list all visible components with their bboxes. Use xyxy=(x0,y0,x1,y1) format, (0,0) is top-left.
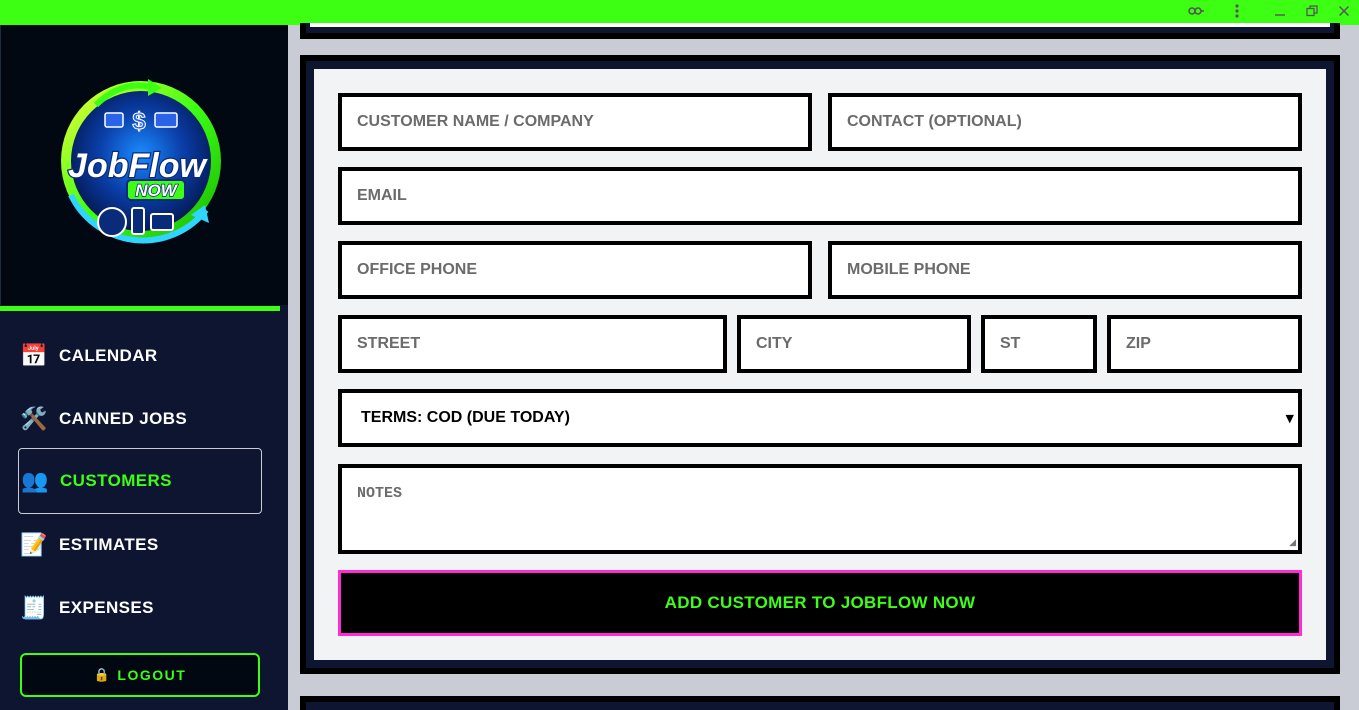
contact-input[interactable]: CONTACT (OPTIONAL) xyxy=(828,93,1302,151)
state-input[interactable]: ST xyxy=(981,315,1097,373)
sidebar-item-canned-jobs[interactable]: 🛠️ CANNED JOBS xyxy=(18,386,262,452)
customer-name-input[interactable]: CUSTOMER NAME / COMPANY xyxy=(338,93,812,151)
sidebar-item-label: CANNED JOBS xyxy=(59,409,188,428)
close-icon[interactable] xyxy=(1332,0,1356,22)
sidebar-item-label: CUSTOMERS xyxy=(60,471,172,490)
add-customer-panel: CUSTOMER NAME / COMPANY CONTACT (OPTIONA… xyxy=(300,55,1340,674)
key-icon[interactable] xyxy=(1184,0,1208,22)
svg-text:$: $ xyxy=(132,108,146,135)
previous-panel xyxy=(300,23,1340,39)
logo-area: $ JobFlow NOW xyxy=(0,25,288,305)
chevron-down-icon: ▼ xyxy=(1285,411,1294,425)
next-panel xyxy=(300,696,1340,710)
lock-icon: 🔒 xyxy=(93,667,112,682)
logo-subword: NOW xyxy=(135,181,179,200)
sidebar-item-label: EXPENSES xyxy=(59,598,154,617)
restore-icon[interactable] xyxy=(1300,0,1324,22)
city-input[interactable]: CITY xyxy=(737,315,971,373)
memo-icon: 📝 xyxy=(20,532,48,558)
street-input[interactable]: STREET xyxy=(338,315,727,373)
sidebar-item-customers[interactable]: 👥 CUSTOMERS xyxy=(18,448,262,514)
minimize-icon[interactable] xyxy=(1268,0,1292,22)
notes-placeholder: NOTES xyxy=(357,485,403,502)
sidebar-item-estimates[interactable]: 📝 ESTIMATES xyxy=(18,512,262,578)
jobflow-logo: $ JobFlow NOW xyxy=(61,79,221,244)
sidebar-item-label: ESTIMATES xyxy=(59,535,159,554)
receipt-icon: 🧾 xyxy=(20,595,48,621)
main-content: CUSTOMER NAME / COMPANY CONTACT (OPTIONA… xyxy=(288,23,1359,710)
calendar-icon: 📅 xyxy=(20,343,48,369)
terms-select-value: TERMS: COD (DUE TODAY) xyxy=(361,409,570,426)
sidebar-item-label: CALENDAR xyxy=(59,346,158,365)
add-customer-form: CUSTOMER NAME / COMPANY CONTACT (OPTIONA… xyxy=(314,69,1326,660)
notes-textarea[interactable]: NOTES ◢ xyxy=(338,464,1302,554)
email-input[interactable]: EMAIL xyxy=(338,167,1302,225)
logo-divider xyxy=(0,306,280,311)
terms-select[interactable]: TERMS: COD (DUE TODAY) ▼ xyxy=(338,389,1302,447)
sidebar: $ JobFlow NOW 📅 CALENDAR 🛠️ CANNED JOBS … xyxy=(0,25,288,710)
resize-grip-icon[interactable]: ◢ xyxy=(1289,538,1296,548)
window-titlebar xyxy=(0,0,1359,25)
kebab-menu-icon[interactable] xyxy=(1225,0,1249,22)
tools-icon: 🛠️ xyxy=(20,406,48,432)
office-phone-input[interactable]: OFFICE PHONE xyxy=(338,241,812,299)
people-icon: 👥 xyxy=(21,468,49,494)
sidebar-item-expenses[interactable]: 🧾 EXPENSES xyxy=(18,575,262,641)
logout-label: LOGOUT xyxy=(117,667,187,683)
logout-button[interactable]: 🔒 LOGOUT xyxy=(20,653,260,697)
sidebar-item-calendar[interactable]: 📅 CALENDAR xyxy=(18,323,262,389)
add-customer-button[interactable]: ADD CUSTOMER TO JOBFLOW NOW xyxy=(338,570,1302,636)
mobile-phone-input[interactable]: MOBILE PHONE xyxy=(828,241,1302,299)
zip-input[interactable]: ZIP xyxy=(1107,315,1302,373)
